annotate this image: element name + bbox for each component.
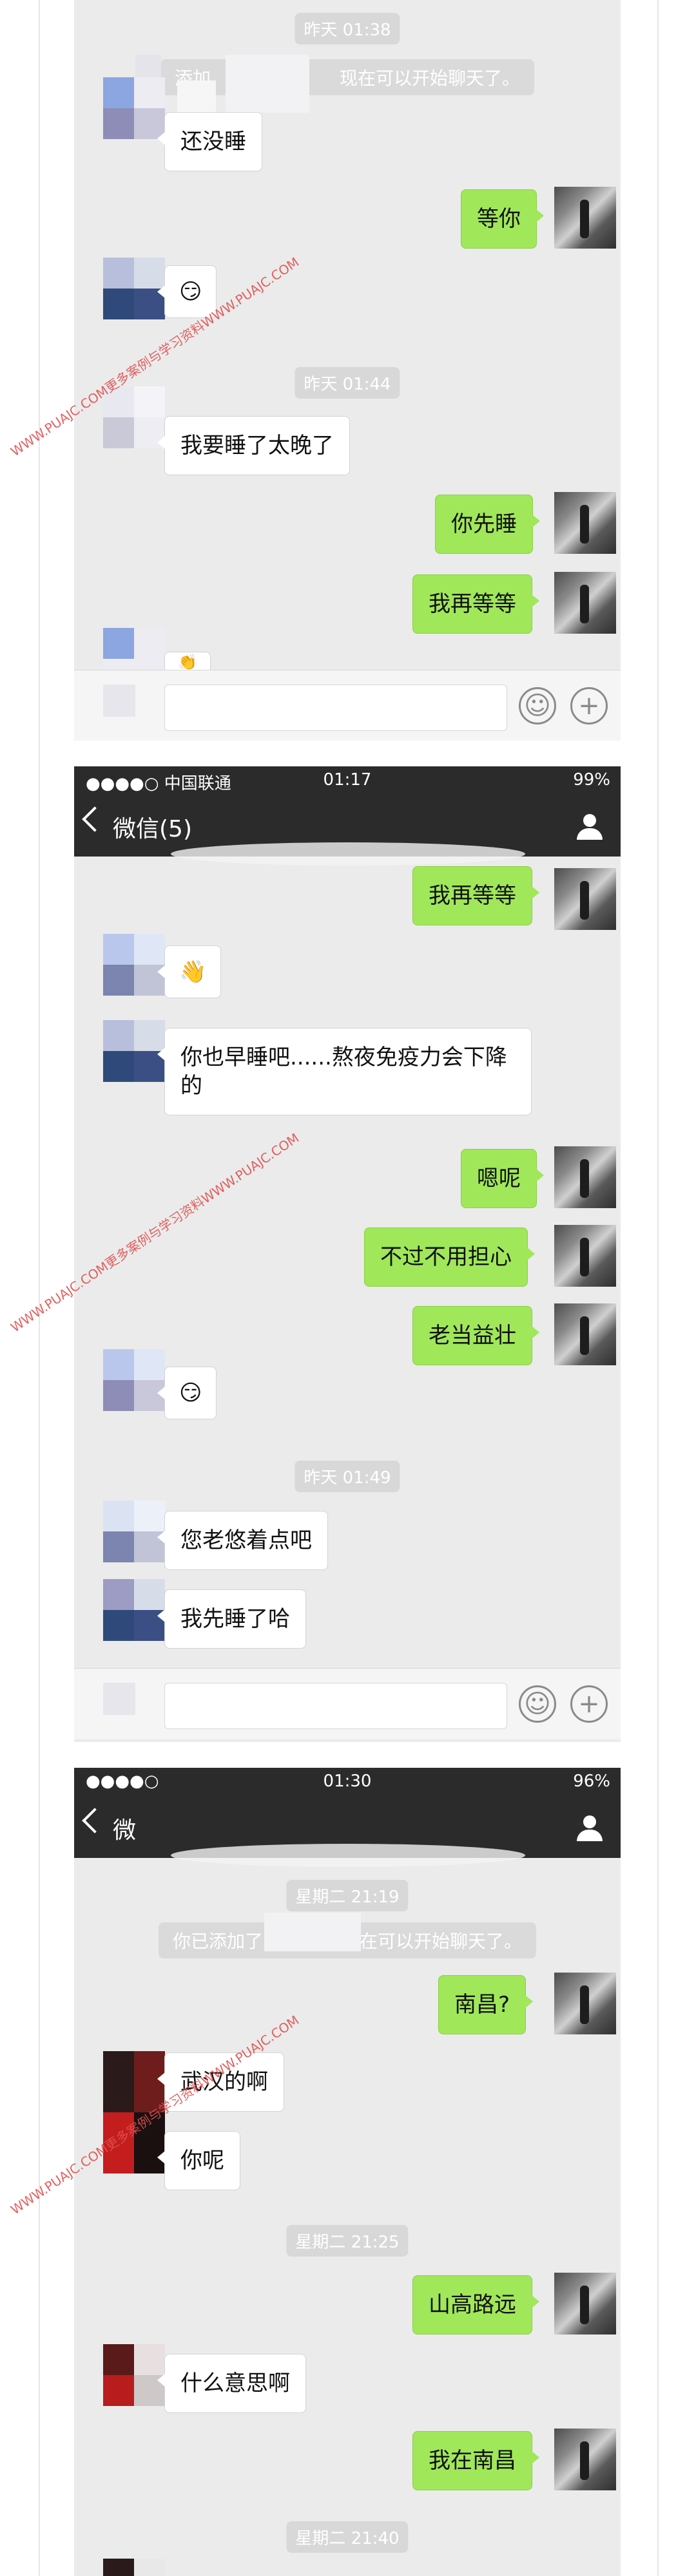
keyboard-toggle-cover [103,1683,135,1715]
battery-label: 99% [573,770,610,790]
incoming-message[interactable]: 您老悠着点吧 [157,1511,328,1570]
input-bar: ☺ + [74,1668,621,1739]
input-bar: ☺ + [74,670,621,741]
outgoing-message[interactable]: 南昌? [438,1975,534,2034]
chat-screenshot-3: ●●●●○ 01:30 96% 微 星期二 21:19 你已添加了 在可以开始聊天… [74,1768,621,2576]
smirk-emoji-icon: 😏 [179,279,202,305]
status-bar: ●●●●○ 中国联通 01:17 99% [74,766,621,795]
incoming-message[interactable]: 你呢 [157,2131,240,2190]
title-blur [171,1844,525,1867]
outgoing-message[interactable]: 嗯呢 [461,1149,544,1208]
incoming-emoji-message[interactable]: 😏 [157,1367,217,1419]
wave-emoji-icon: 👋 [179,959,207,985]
timestamp: 星期二 21:25 [286,2225,409,2257]
outgoing-message[interactable]: 山高路远 [412,2275,539,2334]
battery-label: 96% [573,1772,610,1791]
user-avatar[interactable] [554,187,616,249]
incoming-message[interactable]: 我要睡了太晚了 [157,416,350,475]
mosaic-cover [226,55,309,113]
mosaic-cover [264,1913,361,1951]
system-message: 添加 现在可以开始聊天了。 [160,59,535,95]
page-edge-right [657,0,659,2576]
emoji-icon[interactable]: ☺ [519,1685,556,1723]
outgoing-message[interactable]: 你先睡 [435,495,540,554]
title-blur [171,842,525,866]
outgoing-message[interactable]: 我在南昌 [412,2431,539,2490]
message-input[interactable] [164,1683,507,1729]
user-avatar[interactable] [554,572,616,634]
outgoing-message[interactable]: 等你 [461,189,544,249]
user-avatar[interactable] [554,2273,616,2334]
clock: 01:30 [323,1772,372,1791]
user-icon[interactable] [577,1815,603,1841]
page-title[interactable]: 微 [113,1812,136,1845]
contact-avatar[interactable] [103,258,165,319]
back-icon[interactable] [82,806,108,832]
emoji-icon[interactable]: ☺ [519,687,556,724]
chat-screenshot-1: 昨天 01:38 添加 现在可以开始聊天了。 还没睡 等你 😏 昨天 01:44 … [74,0,621,741]
contact-avatar[interactable] [103,2559,165,2576]
contact-avatar[interactable] [103,1501,165,1562]
contact-avatar[interactable] [103,386,165,448]
contact-avatar[interactable] [103,1579,165,1641]
outgoing-message[interactable]: 老当益壮 [412,1306,539,1365]
user-avatar[interactable] [554,868,616,930]
outgoing-message[interactable]: 我再等等 [412,574,539,634]
user-avatar[interactable] [554,1973,616,2034]
timestamp: 星期二 21:40 [286,2521,409,2553]
incoming-message[interactable]: 什么意思啊 [157,2354,306,2413]
plus-icon[interactable]: + [570,1685,608,1723]
contact-avatar[interactable] [103,77,165,139]
user-icon[interactable] [577,814,603,840]
incoming-emoji-message[interactable]: 👋 [157,945,222,998]
user-avatar[interactable] [554,1225,616,1287]
contact-avatar[interactable] [103,934,165,996]
contact-avatar[interactable] [103,1020,165,1082]
contact-avatar[interactable] [103,2344,165,2406]
incoming-message[interactable]: 还没睡 [157,112,262,171]
plus-icon[interactable]: + [570,687,608,724]
user-avatar[interactable] [554,1146,616,1208]
outgoing-message[interactable]: 不过不用担心 [364,1227,535,1287]
incoming-message[interactable]: 你也早睡吧......熬夜免疫力会下降的 [157,1028,532,1115]
user-avatar[interactable] [554,492,616,554]
outgoing-message[interactable]: 我再等等 [412,866,539,925]
timestamp: 昨天 01:44 [295,367,400,399]
page-title[interactable]: 微信(5) [113,810,192,844]
status-bar: ●●●●○ 01:30 96% [74,1768,621,1796]
timestamp: 星期二 21:19 [286,1880,409,1911]
chat-screenshot-2: ●●●●○ 中国联通 01:17 99% 微信(5) 我再等等 👋 你也早睡吧.… [74,766,621,1742]
mosaic-cover [135,55,161,80]
user-avatar[interactable] [554,2429,616,2490]
mosaic-cover [177,80,216,113]
contact-avatar[interactable] [103,1349,165,1411]
user-avatar[interactable] [554,1303,616,1365]
clock: 01:17 [323,770,372,790]
message-input[interactable] [164,685,507,731]
timestamp: 昨天 01:49 [295,1461,400,1492]
timestamp: 昨天 01:38 [295,13,400,44]
keyboard-toggle-cover [103,685,135,717]
back-icon[interactable] [82,1808,108,1833]
incoming-message[interactable]: 我先睡了哈 [157,1589,306,1649]
smirk-emoji-icon: 😏 [179,1380,202,1406]
